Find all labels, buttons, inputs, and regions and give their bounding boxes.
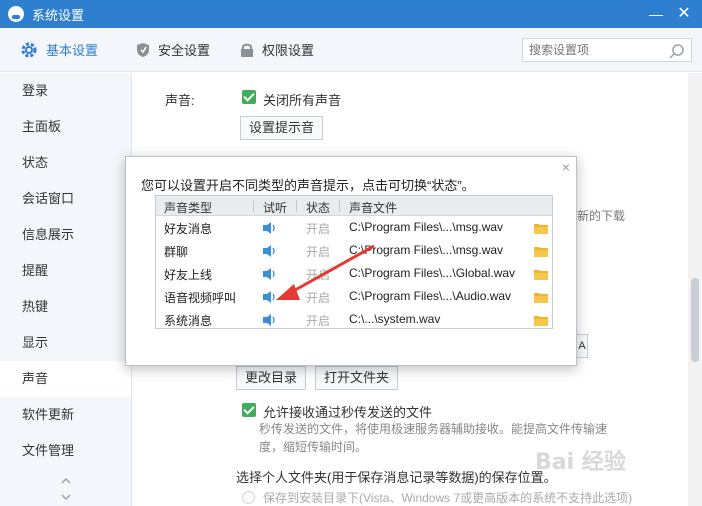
sound-status-toggle[interactable]: 开启 [306, 312, 330, 329]
column-divider [253, 200, 254, 212]
allow-instant-checkbox[interactable] [242, 403, 256, 417]
column-divider [296, 200, 297, 212]
partial-download-text: 新的下载 [577, 209, 626, 223]
mute-all-label: 关闭所有声音 [263, 93, 342, 108]
folder-icon[interactable] [534, 222, 548, 234]
sound-status-toggle[interactable]: 开启 [306, 220, 330, 237]
sidebar-item-info-display[interactable]: 信息展示 [0, 217, 131, 253]
column-header-preview: 试听 [263, 201, 288, 215]
tab-permission-settings[interactable]: 权限设置 [240, 40, 314, 59]
allow-instant-label: 允许接收通过秒传发送的文件 [263, 405, 433, 420]
tab-label: 基本设置 [46, 43, 99, 58]
scrollbar-thumb[interactable] [691, 278, 699, 362]
save-install-dir-label: 保存到安装目录下(Vista、Windows 7或更高版本的系统不支持此选项) [263, 491, 633, 505]
sidebar-item-software-update[interactable]: 软件更新 [0, 397, 131, 433]
sound-type: 好友上线 [164, 268, 213, 282]
sound-type: 语音视频呼叫 [164, 291, 237, 305]
sound-file-path: C:\...\system.wav [349, 312, 441, 326]
partial-browse-button[interactable]: A [576, 334, 588, 358]
save-install-dir-radio[interactable] [242, 491, 255, 504]
search-input[interactable] [529, 43, 669, 57]
sidebar-item-display[interactable]: 显示 [0, 325, 131, 361]
gear-icon [21, 42, 37, 57]
folder-icon[interactable] [534, 268, 548, 280]
minimize-button[interactable]: — [646, 4, 666, 24]
table-row[interactable]: 系统消息 开启 C:\...\system.wav [156, 308, 552, 331]
chevron-down-icon[interactable] [60, 491, 72, 503]
top-tabs: 基本设置 安全设置 权限设置 [0, 28, 702, 72]
tab-label: 安全设置 [158, 43, 211, 58]
set-tone-button[interactable]: 设置提示音 [240, 116, 324, 140]
mute-all-checkbox[interactable] [242, 90, 256, 104]
sidebar-item-sound[interactable]: 声音 [0, 361, 131, 397]
sidebar-item-status[interactable]: 状态 [0, 145, 131, 181]
sound-file-path: C:\Program Files\...\msg.wav [349, 220, 504, 234]
table-header: 声音类型 试听 状态 声音文件 [156, 196, 552, 216]
personal-folder-label: 选择个人文件夹(用于保存消息记录等数据)的保存位置。 [236, 470, 557, 485]
annotation-arrow-icon [276, 244, 375, 300]
column-header-type: 声音类型 [164, 201, 213, 215]
popup-close-button[interactable]: × [562, 159, 570, 175]
open-folder-button[interactable]: 打开文件夹 [315, 366, 399, 390]
tab-security-settings[interactable]: 安全设置 [136, 40, 210, 59]
search-icon[interactable] [669, 43, 685, 59]
sidebar: 登录 主面板 状态 会话窗口 信息展示 提醒 热键 显示 声音 软件更新 文件管… [0, 73, 132, 506]
lock-icon [241, 43, 254, 57]
sidebar-item-hotkeys[interactable]: 热键 [0, 289, 131, 325]
shield-icon [137, 42, 150, 57]
speaker-icon[interactable] [262, 221, 278, 235]
folder-icon[interactable] [534, 291, 548, 303]
sound-type: 系统消息 [164, 314, 213, 328]
sound-section-label: 声音: [165, 93, 195, 108]
sound-type: 好友消息 [164, 222, 213, 236]
app-logo-icon [8, 6, 24, 22]
instant-description-line1: 秒传发送的文件，将使用极速服务器辅助接收。能提高文件传输速 [259, 422, 608, 436]
title-bar: 系统设置 — ✕ [0, 0, 702, 28]
watermark: Bai 经验 [535, 450, 626, 475]
speaker-icon[interactable] [262, 313, 278, 327]
tab-label: 权限设置 [262, 43, 315, 58]
folder-icon[interactable] [534, 314, 548, 326]
column-header-status: 状态 [306, 201, 331, 215]
sidebar-item-main-panel[interactable]: 主面板 [0, 109, 131, 145]
chevron-up-icon[interactable] [60, 475, 72, 487]
window-title: 系统设置 [32, 7, 85, 23]
close-button[interactable]: ✕ [674, 4, 694, 24]
sidebar-item-file-management[interactable]: 文件管理 [0, 433, 131, 469]
sound-type: 群聊 [164, 245, 189, 259]
table-row[interactable]: 好友消息 开启 C:\Program Files\...\msg.wav [156, 216, 552, 239]
sidebar-item-reminder[interactable]: 提醒 [0, 253, 131, 289]
column-divider [339, 200, 340, 212]
sidebar-item-chat-window[interactable]: 会话窗口 [0, 181, 131, 217]
search-box[interactable] [522, 38, 692, 62]
popup-message: 您可以设置开启不同类型的声音提示，点击可切换“状态”。 [141, 178, 475, 193]
folder-icon[interactable] [534, 245, 548, 257]
tab-basic-settings[interactable]: 基本设置 [20, 40, 98, 59]
column-header-file: 声音文件 [349, 201, 398, 215]
change-directory-button[interactable]: 更改目录 [236, 366, 307, 390]
sidebar-item-login[interactable]: 登录 [0, 73, 131, 109]
instant-description-line2: 度，缩短传输时间。 [259, 440, 368, 454]
